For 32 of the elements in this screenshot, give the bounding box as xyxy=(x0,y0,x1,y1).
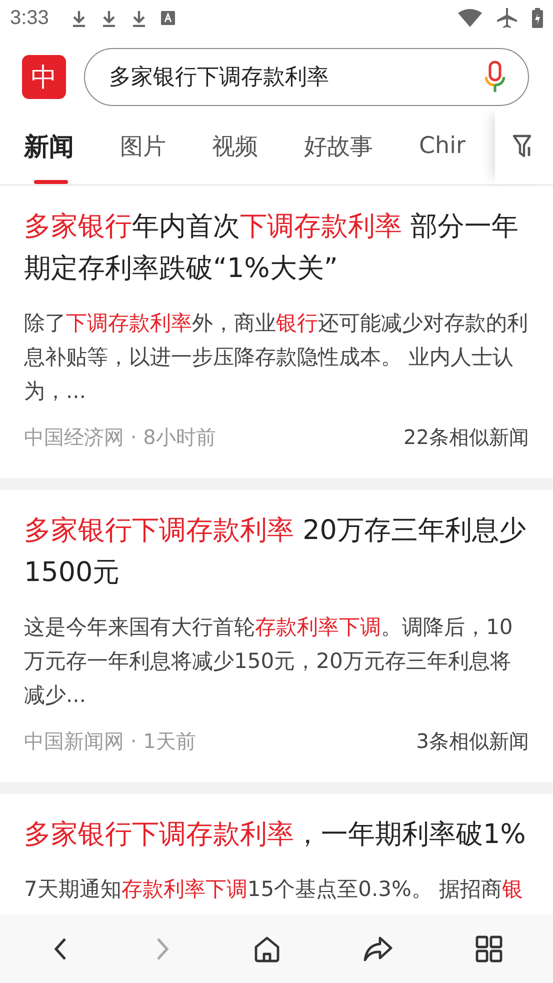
tab[interactable]: 好故事 xyxy=(304,108,419,184)
similar-news-link[interactable]: 22条相似新闻 xyxy=(404,420,529,454)
news-title[interactable]: 多家银行下调存款利率 20万存三年利息少1500元 xyxy=(24,510,529,594)
download-icon xyxy=(70,9,87,27)
tab[interactable]: Chir xyxy=(419,108,495,184)
news-snippet: 除了下调存款利率外，商业银行还可能减少对存款的利息补贴等，以进一步压降存款隐性成本。 业内人士认为，... xyxy=(24,310,529,405)
grid-icon xyxy=(474,935,502,963)
tab[interactable]: 图片 xyxy=(120,108,212,184)
news-source: 中国新闻网 · 1天前 xyxy=(24,728,196,755)
status-time: 3:33 xyxy=(10,6,49,30)
news-snippet: 7天期通知存款利率下调15个基点至0.3%。 据招商银 xyxy=(24,876,524,903)
search-field[interactable]: 多家银行下调存款利率 xyxy=(84,48,529,106)
download-icon xyxy=(130,9,147,27)
news-title[interactable]: 多家银行下调存款利率，一年期利率破1% xyxy=(24,814,529,856)
airplane-icon xyxy=(496,7,518,29)
news-snippet: 这是今年来国有大行首轮存款利率下调。调降后，10万元存一年利息将减少150元，20万元存三年利息将减少... xyxy=(24,614,514,709)
app-logo[interactable]: 中 xyxy=(22,55,66,99)
news-title[interactable]: 多家银行年内首次下调存款利率 部分一年期定存利率跌破“1%大关” xyxy=(24,206,529,290)
tab[interactable]: 新闻 xyxy=(24,108,120,184)
tab[interactable]: 视频 xyxy=(212,108,304,184)
news-card[interactable]: 多家银行年内首次下调存款利率 部分一年期定存利率跌破“1%大关” 除了下调存款利率外，商业银行还可能减少对存款的利息补贴等，以进一步压降存款隐性成本。 业内人士认为，... 中国经济网 · 8小时前 22条相似新闻 xyxy=(0,186,553,478)
notification-icon xyxy=(160,11,175,25)
news-source: 中国经济网 · 8小时前 xyxy=(24,424,216,451)
share-icon xyxy=(362,935,394,963)
similar-news-link[interactable]: 3条相似新闻 xyxy=(416,724,529,758)
wifi-icon xyxy=(458,9,482,27)
download-icon xyxy=(100,9,117,27)
news-card[interactable]: 多家银行下调存款利率，一年期利率破1% 7天期通知存款利率下调15个基点至0.3%。 据招商银 xyxy=(0,794,553,915)
news-card[interactable]: 多家银行下调存款利率 20万存三年利息少1500元 这是今年来国有大行首轮存款利率下调。调降后，10万元存一年利息将减少150元，20万元存三年利息将减少... 中国新闻网 · 1天前 3条相似新闻 xyxy=(0,490,553,782)
home-icon xyxy=(252,935,280,963)
mic-icon[interactable] xyxy=(483,60,507,94)
battery-icon xyxy=(532,8,543,28)
